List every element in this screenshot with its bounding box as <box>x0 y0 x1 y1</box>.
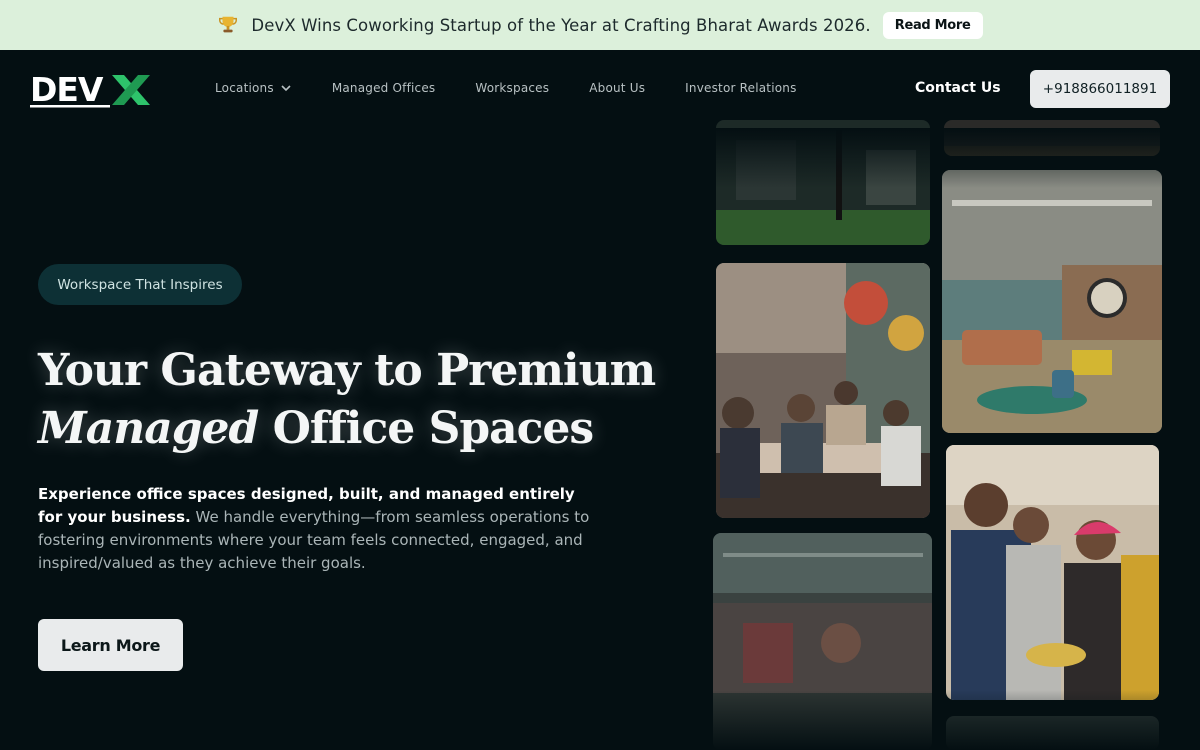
team-meeting-photo <box>716 263 930 518</box>
nav-about-us[interactable]: About Us <box>589 81 645 95</box>
main-nav: Locations Managed Offices Workspaces Abo… <box>215 81 837 95</box>
office-interior-photo <box>716 120 930 245</box>
announcement-bar: DevX Wins Coworking Startup of the Year … <box>0 0 1200 50</box>
headline-emphasis: Managed <box>38 403 259 454</box>
office-ceiling-photo <box>944 120 1160 156</box>
lounge-photo <box>942 170 1162 433</box>
devx-logo[interactable]: DEV <box>30 70 152 110</box>
nav-managed-offices[interactable]: Managed Offices <box>332 81 436 95</box>
announcement-text: DevX Wins Coworking Startup of the Year … <box>251 15 871 35</box>
nav-locations-label: Locations <box>215 81 274 95</box>
nav-about-us-label: About Us <box>589 81 646 95</box>
nav-managed-offices-label: Managed Offices <box>331 81 436 95</box>
trophy-icon <box>217 14 239 36</box>
site-header: DEV Locations Managed Offices Workspaces… <box>0 50 1200 128</box>
chevron-down-icon <box>281 85 291 92</box>
nav-locations[interactable]: Locations <box>215 81 292 95</box>
hero-headline: Your Gateway to Premium Managed Office S… <box>38 342 658 458</box>
headline-line2: Office Spaces <box>258 403 595 454</box>
nav-workspaces[interactable]: Workspaces <box>475 81 549 95</box>
contact-us-link[interactable]: Contact Us <box>915 80 1001 96</box>
nav-investor-relations-label: Investor Relations <box>685 81 797 95</box>
celebration-photo <box>946 445 1159 700</box>
nav-workspaces-label: Workspaces <box>475 81 550 95</box>
cafe-area-photo <box>713 533 932 750</box>
nav-investor-relations[interactable]: Investor Relations <box>685 81 796 95</box>
headline-line1: Your Gateway to Premium <box>38 345 656 396</box>
svg-text:DEV: DEV <box>30 70 104 109</box>
read-more-button[interactable]: Read More <box>882 11 983 39</box>
phone-button[interactable]: +918866011891 <box>1030 70 1170 108</box>
learn-more-button[interactable]: Learn More <box>38 619 183 671</box>
hero-description: Experience office spaces designed, built… <box>38 483 603 575</box>
hero-tag: Workspace That Inspires <box>38 264 242 305</box>
office-bottom-photo <box>946 716 1159 750</box>
